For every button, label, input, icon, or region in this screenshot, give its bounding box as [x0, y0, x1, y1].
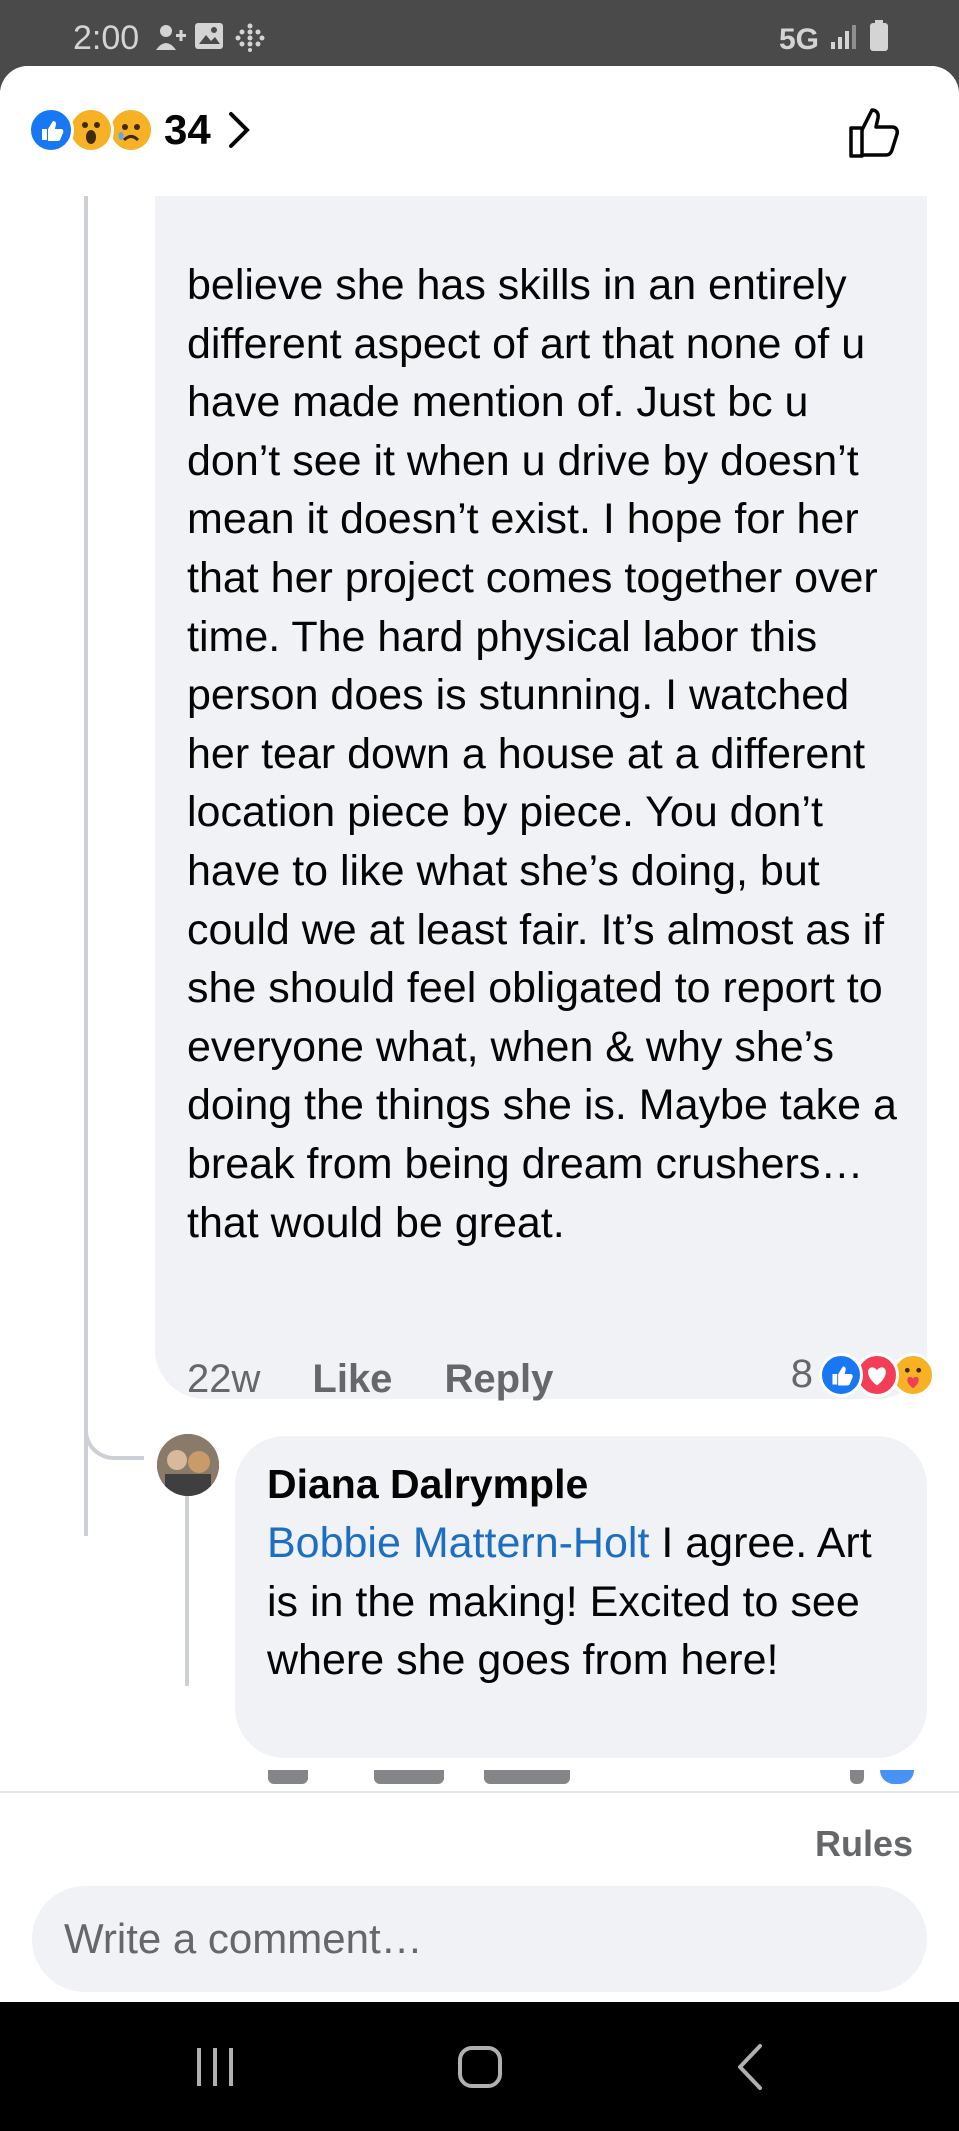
main-comment-text: believe she has skills in an entirely di…	[187, 261, 897, 1247]
comment-composer: Rules Write a comment…	[0, 1791, 959, 2002]
battery-icon	[869, 20, 889, 60]
reply-button[interactable]: Reply	[444, 1357, 553, 1402]
signal-icon	[829, 22, 859, 58]
reply-thread-line	[185, 1486, 189, 1686]
main-comment-actions: 22w Like Reply	[187, 1349, 605, 1409]
status-right: 5G	[779, 20, 889, 60]
reply-author-name[interactable]: Diana Dalrymple	[267, 1456, 897, 1512]
like-button[interactable]: Like	[312, 1357, 392, 1402]
network-label: 5G	[778, 23, 819, 56]
like-button-icon[interactable]	[845, 102, 905, 162]
home-icon[interactable]	[450, 2042, 510, 2092]
image-icon	[194, 22, 226, 52]
comment-input[interactable]: Write a comment…	[32, 1886, 927, 1992]
thread-line	[84, 196, 88, 1536]
comment-timestamp[interactable]: 22w	[187, 1357, 260, 1402]
main-comment-bubble[interactable]: believe she has skills in an entirely di…	[155, 146, 927, 1399]
thread-connector	[84, 1406, 144, 1460]
reply-actions-cut-off	[262, 1770, 922, 1790]
sheet-header: 34	[0, 66, 959, 196]
reply-comment-text: Bobbie Mattern-Holt I agree. Art is in t…	[267, 1514, 897, 1690]
system-nav-bar	[0, 2002, 959, 2131]
sad-reaction-icon	[108, 107, 154, 153]
recent-apps-icon[interactable]	[185, 2042, 245, 2092]
status-notification-icons	[154, 22, 266, 52]
like-reaction-icon	[28, 107, 74, 153]
rules-link[interactable]: Rules	[815, 1823, 913, 1865]
reply-comment-bubble[interactable]: Diana Dalrymple Bobbie Mattern-Holt I ag…	[235, 1436, 927, 1758]
like-reaction-icon	[819, 1352, 863, 1397]
avatar[interactable]	[157, 1434, 219, 1496]
person-add-icon	[154, 22, 186, 52]
status-bar: 2:00 5G	[0, 0, 959, 66]
chevron-right-icon	[225, 110, 253, 150]
reactions-summary[interactable]: 34	[28, 106, 253, 154]
comments-sheet: 34 believe she has skills in an entirely…	[0, 66, 959, 2002]
mention-link[interactable]: Bobbie Mattern-Holt	[267, 1519, 649, 1567]
wow-reaction-icon	[68, 107, 114, 153]
status-time: 2:00	[73, 19, 140, 57]
comment-reactions[interactable]: 8	[790, 1352, 935, 1397]
reaction-count: 34	[164, 106, 211, 153]
back-icon[interactable]	[720, 2042, 780, 2092]
comment-reaction-count: 8	[790, 1352, 813, 1396]
dots-grid-icon	[234, 22, 266, 52]
